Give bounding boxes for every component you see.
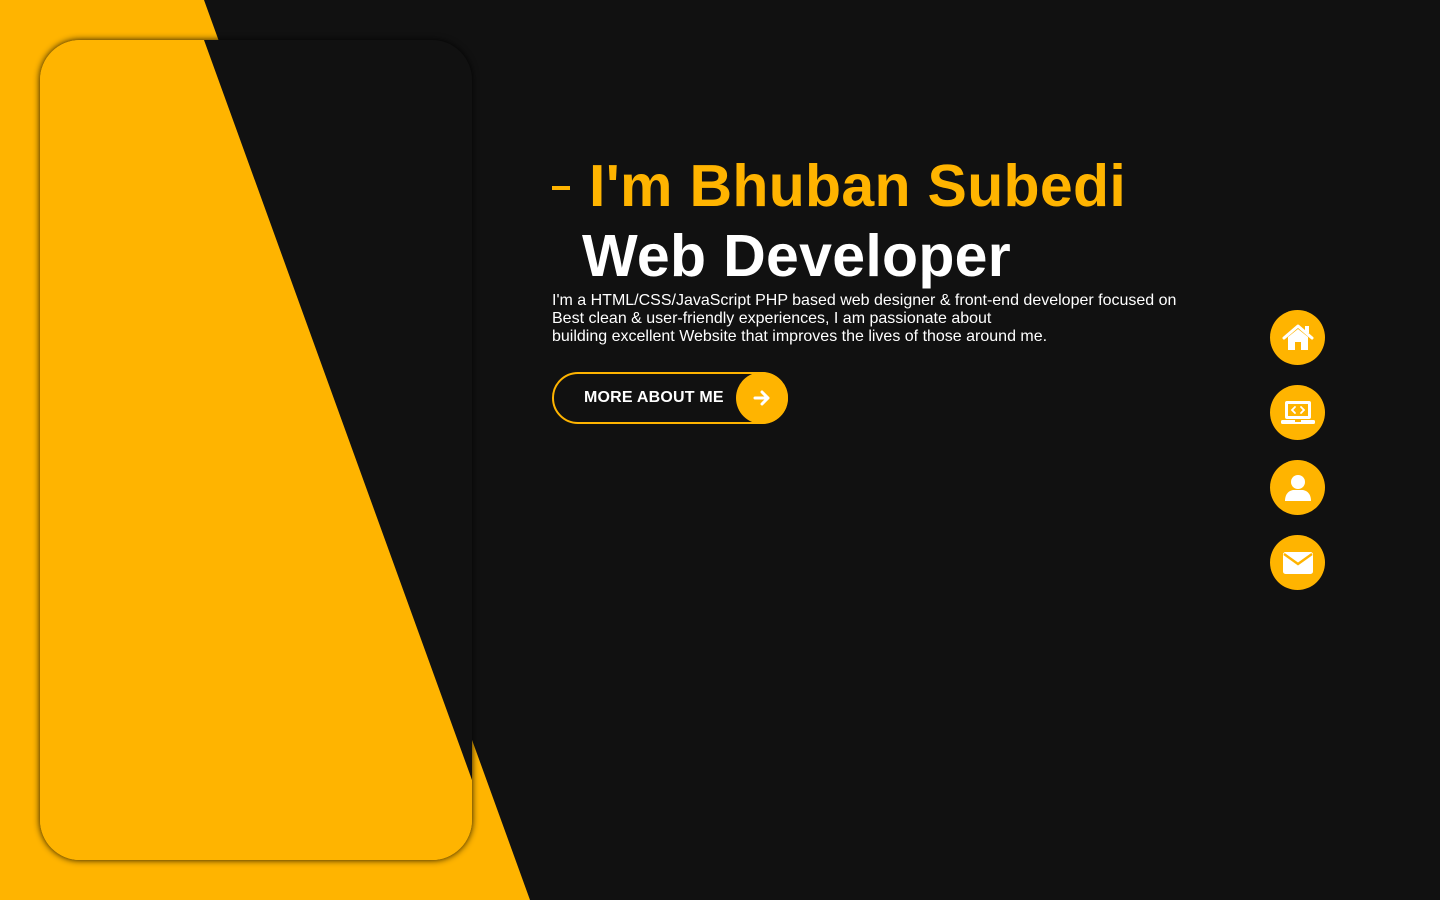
hero-name: I'm Bhuban Subedi (589, 153, 1127, 219)
profile-photo-card (40, 40, 472, 860)
hero-bio: I'm a HTML/CSS/JavaScript PHP based web … (552, 292, 1192, 346)
nav-home-button[interactable] (1270, 310, 1325, 365)
laptop-code-icon (1280, 400, 1315, 424)
home-icon (1282, 324, 1313, 350)
bio-line: I'm a HTML/CSS/JavaScript PHP based web … (552, 292, 1177, 309)
hero-content: I'm Bhuban Subedi Web Developer I'm a HT… (552, 150, 1212, 424)
nav-about-button[interactable] (1270, 460, 1325, 515)
title-dash (552, 186, 570, 190)
hero-role: Web Developer (582, 223, 1012, 289)
hero-title-line: I'm Bhuban Subedi (552, 150, 1212, 222)
nav-portfolio-button[interactable] (1270, 385, 1325, 440)
page: I'm Bhuban Subedi Web Developer I'm a HT… (0, 0, 1440, 900)
side-nav (1270, 310, 1325, 610)
nav-contact-button[interactable] (1270, 535, 1325, 590)
bio-line: Best clean & user-friendly experiences, … (552, 310, 992, 327)
bio-line: building excellent Website that improves… (552, 328, 1048, 345)
arrow-right-icon (736, 372, 788, 424)
user-icon (1284, 474, 1311, 501)
more-about-me-button[interactable]: MORE ABOUT ME (552, 372, 788, 424)
envelope-icon (1282, 551, 1313, 574)
more-about-me-label: MORE ABOUT ME (584, 389, 724, 406)
